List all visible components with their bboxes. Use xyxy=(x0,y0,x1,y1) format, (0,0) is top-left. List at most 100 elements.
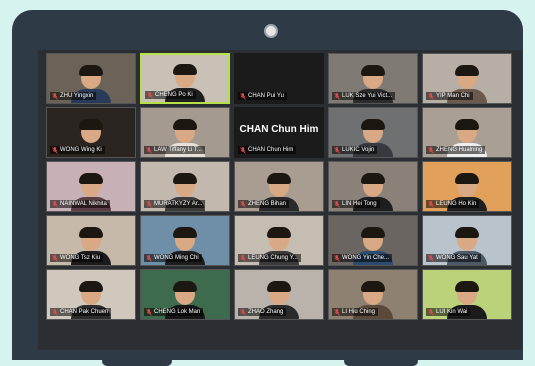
participant-tile[interactable]: ZHENG Hualning xyxy=(422,107,512,158)
participant-name: NAINWAL Nikhita xyxy=(60,201,107,207)
participant-name-label: ZHAO Zhang xyxy=(238,308,287,316)
participant-name-label: CHAN Pui Yu xyxy=(238,92,287,100)
participant-name-label: LUKIC Vojin xyxy=(332,146,378,154)
microphone-muted-icon xyxy=(428,146,434,154)
participant-tile[interactable]: CHENG Po Ki xyxy=(140,53,230,104)
participant-tile[interactable]: WONG Ming Chi xyxy=(140,215,230,266)
participant-name: WONG Sau Yat xyxy=(436,255,478,261)
stand-tab-right xyxy=(344,356,418,366)
participant-name: CHAN Pak Chuen xyxy=(60,309,109,315)
participant-tile[interactable]: LUKIC Vojin xyxy=(328,107,418,158)
participant-name-label: CHENG Po Ki xyxy=(145,91,196,99)
microphone-muted-icon xyxy=(240,308,246,316)
participant-name-label: YIP Man Chi xyxy=(426,92,473,100)
microphone-muted-icon xyxy=(146,308,152,316)
participant-name-label: CHENG Lok Man xyxy=(144,308,204,316)
participant-tile[interactable]: LEUNG Ho Kin xyxy=(422,161,512,212)
participant-name: ZHENG Hualning xyxy=(436,147,483,153)
participant-tile[interactable]: WONG Sau Yat xyxy=(422,215,512,266)
participant-display-name: CHAN Chun Him xyxy=(239,124,319,135)
participant-name: CHAN Chun Him xyxy=(248,147,294,153)
stand-tab-left xyxy=(102,356,172,366)
participant-name: CHAN Pui Yu xyxy=(248,93,284,99)
microphone-muted-icon xyxy=(334,92,340,100)
participant-tile[interactable]: WONG Wing Ki xyxy=(46,107,136,158)
microphone-muted-icon xyxy=(147,91,153,99)
participant-name-label: LI Hiu Ching xyxy=(332,308,379,316)
participant-name: CHENG Lok Man xyxy=(154,309,201,315)
participant-name: LIN Hei Tong xyxy=(342,201,377,207)
participant-name: LAW Tiffany Li T... xyxy=(154,147,202,153)
participant-tile[interactable]: LEUNG Chung Y... xyxy=(234,215,324,266)
participant-name-label: CHAN Pak Chuen xyxy=(50,308,112,316)
participant-name-label: WONG Sau Yat xyxy=(426,254,481,262)
participant-name-label: MURATKYZY Ar... xyxy=(144,200,206,208)
participant-tile[interactable]: YIP Man Chi xyxy=(422,53,512,104)
participant-name: ZHENG Bihan xyxy=(248,201,287,207)
participant-name-label: LUK Sze Yui Vict... xyxy=(332,92,396,100)
participant-name-label: LEUNG Ho Kin xyxy=(426,200,480,208)
participant-tile[interactable]: LIN Hei Tong xyxy=(328,161,418,212)
microphone-muted-icon xyxy=(334,254,340,262)
microphone-muted-icon xyxy=(428,308,434,316)
participant-tile[interactable]: NAINWAL Nikhita xyxy=(46,161,136,212)
participant-name: LEUNG Chung Y... xyxy=(248,255,298,261)
microphone-muted-icon xyxy=(146,254,152,262)
participant-name-label: LUI Kin Wai xyxy=(426,308,471,316)
microphone-muted-icon xyxy=(52,146,58,154)
participant-name: LI Hiu Ching xyxy=(342,309,376,315)
microphone-muted-icon xyxy=(334,200,340,208)
participant-name-label: CHAN Chun Him xyxy=(238,146,297,154)
participant-tile[interactable]: WONG Yin Che... xyxy=(328,215,418,266)
participant-name: LUKIC Vojin xyxy=(342,147,375,153)
participant-tile[interactable]: LAW Tiffany Li T... xyxy=(140,107,230,158)
participant-name: LUI Kin Wai xyxy=(436,309,468,315)
participant-tile[interactable]: ZHU Yingxin xyxy=(46,53,136,104)
participant-name-label: ZHENG Hualning xyxy=(426,146,486,154)
participant-name: ZHAO Zhang xyxy=(248,309,284,315)
participant-name: LEUNG Ho Kin xyxy=(436,201,477,207)
participant-name-label: WONG Yin Che... xyxy=(332,254,393,262)
microphone-muted-icon xyxy=(428,92,434,100)
participant-tile[interactable]: ZHENG Bihan xyxy=(234,161,324,212)
participant-name-label: WONG Tsz Kiu xyxy=(50,254,104,262)
microphone-muted-icon xyxy=(52,308,58,316)
microphone-muted-icon xyxy=(240,146,246,154)
microphone-muted-icon xyxy=(428,200,434,208)
participant-name-label: ZHENG Bihan xyxy=(238,200,290,208)
video-call-screen: ZHU Yingxin CHENG Po Ki CHAN Pui Yu LUK Sze… xyxy=(38,50,522,350)
participant-tile[interactable]: WONG Tsz Kiu xyxy=(46,215,136,266)
participant-name: LUK Sze Yui Vict... xyxy=(342,93,393,99)
participant-tile[interactable]: ZHAO Zhang xyxy=(234,269,324,320)
participant-tile[interactable]: LI Hiu Ching xyxy=(328,269,418,320)
participant-tile[interactable]: CHAN Chun Him CHAN Chun Him xyxy=(234,107,324,158)
participant-name-label: WONG Ming Chi xyxy=(144,254,202,262)
participant-name-label: LIN Hei Tong xyxy=(332,200,380,208)
participant-tile[interactable]: MURATKYZY Ar... xyxy=(140,161,230,212)
microphone-muted-icon xyxy=(52,200,58,208)
microphone-muted-icon xyxy=(428,254,434,262)
participant-tile[interactable]: CHAN Pak Chuen xyxy=(46,269,136,320)
microphone-muted-icon xyxy=(240,200,246,208)
participant-name-label: LEUNG Chung Y... xyxy=(238,254,301,262)
participant-tile[interactable]: LUK Sze Yui Vict... xyxy=(328,53,418,104)
participant-name: WONG Wing Ki xyxy=(60,147,102,153)
participant-name-label: WONG Wing Ki xyxy=(50,146,105,154)
microphone-muted-icon xyxy=(52,254,58,262)
participant-name: WONG Ming Chi xyxy=(154,255,199,261)
microphone-muted-icon xyxy=(240,254,246,262)
participant-tile[interactable]: CHENG Lok Man xyxy=(140,269,230,320)
participant-name: CHENG Po Ki xyxy=(155,92,193,98)
participant-name-label: NAINWAL Nikhita xyxy=(50,200,110,208)
participant-name-label: ZHU Yingxin xyxy=(50,92,97,100)
participant-name: MURATKYZY Ar... xyxy=(154,201,203,207)
participant-tile[interactable]: CHAN Pui Yu xyxy=(234,53,324,104)
microphone-muted-icon xyxy=(334,308,340,316)
participant-tile[interactable]: LUI Kin Wai xyxy=(422,269,512,320)
tablet-frame: ZHU Yingxin CHENG Po Ki CHAN Pui Yu LUK Sze… xyxy=(12,10,523,366)
microphone-muted-icon xyxy=(334,146,340,154)
microphone-muted-icon xyxy=(146,200,152,208)
participant-name-label: LAW Tiffany Li T... xyxy=(144,146,205,154)
microphone-muted-icon xyxy=(240,92,246,100)
participant-name: YIP Man Chi xyxy=(436,93,470,99)
